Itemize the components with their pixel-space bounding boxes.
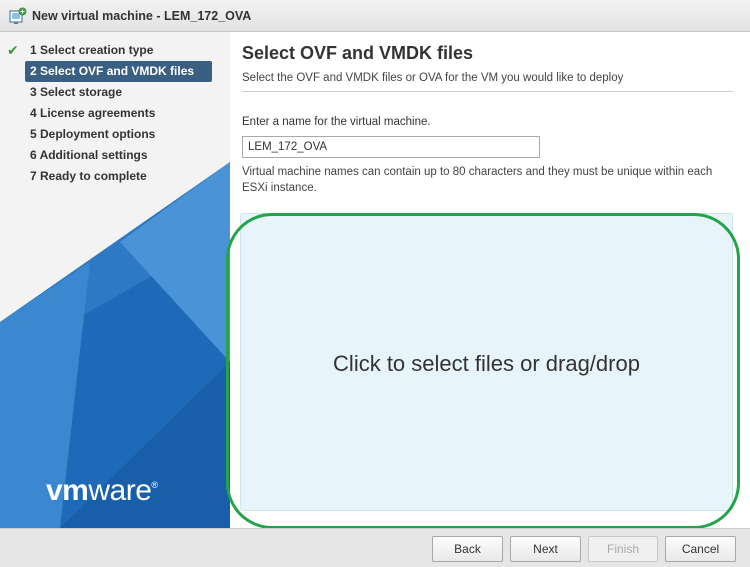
wizard-content: Select OVF and VMDK files Select the OVF… [230,32,750,528]
step-ready-to-complete[interactable]: 7 Ready to complete [25,166,212,187]
step-select-ovf-vmdk-files[interactable]: 2 Select OVF and VMDK files [25,61,212,82]
wizard-footer: Back Next Finish Cancel [0,528,750,567]
check-icon: ✔ [7,42,19,58]
dropzone-text: Click to select files or drag/drop [333,351,640,376]
step-label: 4 License agreements [30,106,156,120]
back-button[interactable]: Back [432,536,503,562]
wizard-sidebar: ✔ 1 Select creation type 2 Select OVF an… [0,32,230,528]
wizard-steps: ✔ 1 Select creation type 2 Select OVF an… [0,40,230,187]
step-label: 1 Select creation type [30,43,154,57]
page-subtitle: Select the OVF and VMDK files or OVA for… [242,72,624,84]
step-select-storage[interactable]: 3 Select storage [25,82,212,103]
vm-name-label: Enter a name for the virtual machine. [242,116,431,128]
vmware-logo: vmware® [46,474,158,507]
step-license-agreements[interactable]: 4 License agreements [25,103,212,124]
step-deployment-options[interactable]: 5 Deployment options [25,124,212,145]
step-label: 5 Deployment options [30,127,156,141]
step-select-creation-type[interactable]: ✔ 1 Select creation type [7,40,212,61]
file-dropzone[interactable]: Click to select files or drag/drop [240,213,733,511]
new-vm-icon [9,7,27,24]
page-title: Select OVF and VMDK files [242,43,474,63]
cancel-button[interactable]: Cancel [665,536,736,562]
divider [242,91,733,92]
window-title: New virtual machine - LEM_172_OVA [32,9,252,23]
title-bar: New virtual machine - LEM_172_OVA [0,0,750,32]
step-additional-settings[interactable]: 6 Additional settings [25,145,212,166]
vm-name-help-text: Virtual machine names can contain up to … [242,166,713,194]
vm-name-input[interactable] [242,136,540,158]
step-label: 2 Select OVF and VMDK files [30,64,195,78]
step-label: 3 Select storage [30,85,123,99]
next-button[interactable]: Next [510,536,581,562]
finish-button[interactable]: Finish [588,536,658,562]
step-label: 7 Ready to complete [30,169,147,183]
step-label: 6 Additional settings [30,148,148,162]
